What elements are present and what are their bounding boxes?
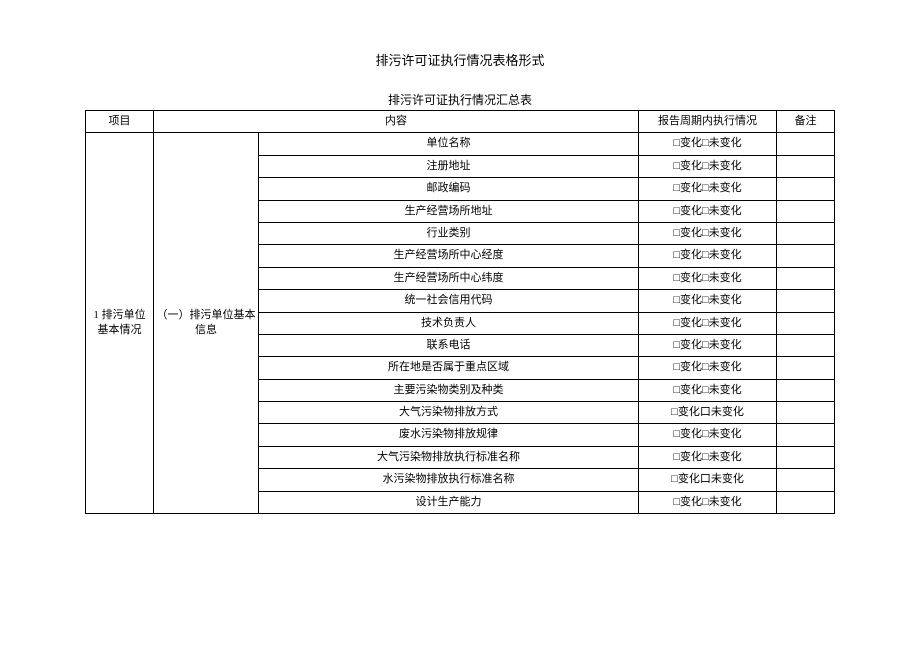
cell-status: □变化口未变化 [639,402,777,424]
cell-section: （一）排污单位基本信息 [154,133,259,514]
cell-status: □变化□未变化 [639,312,777,334]
header-remark: 备注 [777,111,835,133]
cell-remark [777,222,835,244]
cell-project: 1 排污单位基本情况 [86,133,154,514]
cell-remark [777,469,835,491]
cell-remark [777,446,835,468]
cell-status: □变化□未变化 [639,379,777,401]
header-status: 报告周期内执行情况 [639,111,777,133]
cell-remark [777,267,835,289]
cell-remark [777,155,835,177]
cell-content: 所在地是否属于重点区域 [259,357,639,379]
cell-content: 统一社会信用代码 [259,290,639,312]
cell-content: 水污染物排放执行标准名称 [259,469,639,491]
cell-status: □变化□未变化 [639,267,777,289]
cell-remark [777,178,835,200]
cell-status: □变化□未变化 [639,200,777,222]
cell-content: 设计生产能力 [259,491,639,513]
cell-content: 注册地址 [259,155,639,177]
cell-content: 生产经营场所中心经度 [259,245,639,267]
cell-content: 技术负责人 [259,312,639,334]
cell-content: 大气污染物排放方式 [259,402,639,424]
cell-content: 邮政编码 [259,178,639,200]
cell-content: 单位名称 [259,133,639,155]
cell-remark [777,290,835,312]
cell-content: 主要污染物类别及种类 [259,379,639,401]
cell-content: 行业类别 [259,222,639,244]
cell-status: □变化□未变化 [639,178,777,200]
page-title: 排污许可证执行情况表格形式 [85,50,835,69]
table-row: 1 排污单位基本情况（一）排污单位基本信息单位名称□变化□未变化 [86,133,835,155]
cell-status: □变化□未变化 [639,491,777,513]
cell-remark [777,312,835,334]
cell-remark [777,200,835,222]
cell-remark [777,491,835,513]
cell-remark [777,379,835,401]
cell-status: □变化□未变化 [639,334,777,356]
header-content: 内容 [154,111,639,133]
cell-remark [777,402,835,424]
cell-status: □变化口未变化 [639,469,777,491]
cell-status: □变化□未变化 [639,424,777,446]
cell-status: □变化□未变化 [639,357,777,379]
cell-content: 生产经营场所中心纬度 [259,267,639,289]
cell-remark [777,245,835,267]
table-header-row: 项目 内容 报告周期内执行情况 备注 [86,111,835,133]
cell-content: 生产经营场所地址 [259,200,639,222]
table-subtitle: 排污许可证执行情况汇总表 [85,91,835,108]
cell-remark [777,133,835,155]
cell-status: □变化□未变化 [639,446,777,468]
cell-content: 联系电话 [259,334,639,356]
cell-content: 废水污染物排放规律 [259,424,639,446]
header-project: 项目 [86,111,154,133]
cell-status: □变化□未变化 [639,133,777,155]
cell-status: □变化□未变化 [639,155,777,177]
cell-status: □变化□未变化 [639,222,777,244]
cell-remark [777,424,835,446]
cell-remark [777,334,835,356]
cell-status: □变化□未变化 [639,245,777,267]
cell-status: □变化□未变化 [639,290,777,312]
cell-remark [777,357,835,379]
execution-summary-table: 项目 内容 报告周期内执行情况 备注 1 排污单位基本情况（一）排污单位基本信息… [85,110,835,514]
cell-content: 大气污染物排放执行标准名称 [259,446,639,468]
